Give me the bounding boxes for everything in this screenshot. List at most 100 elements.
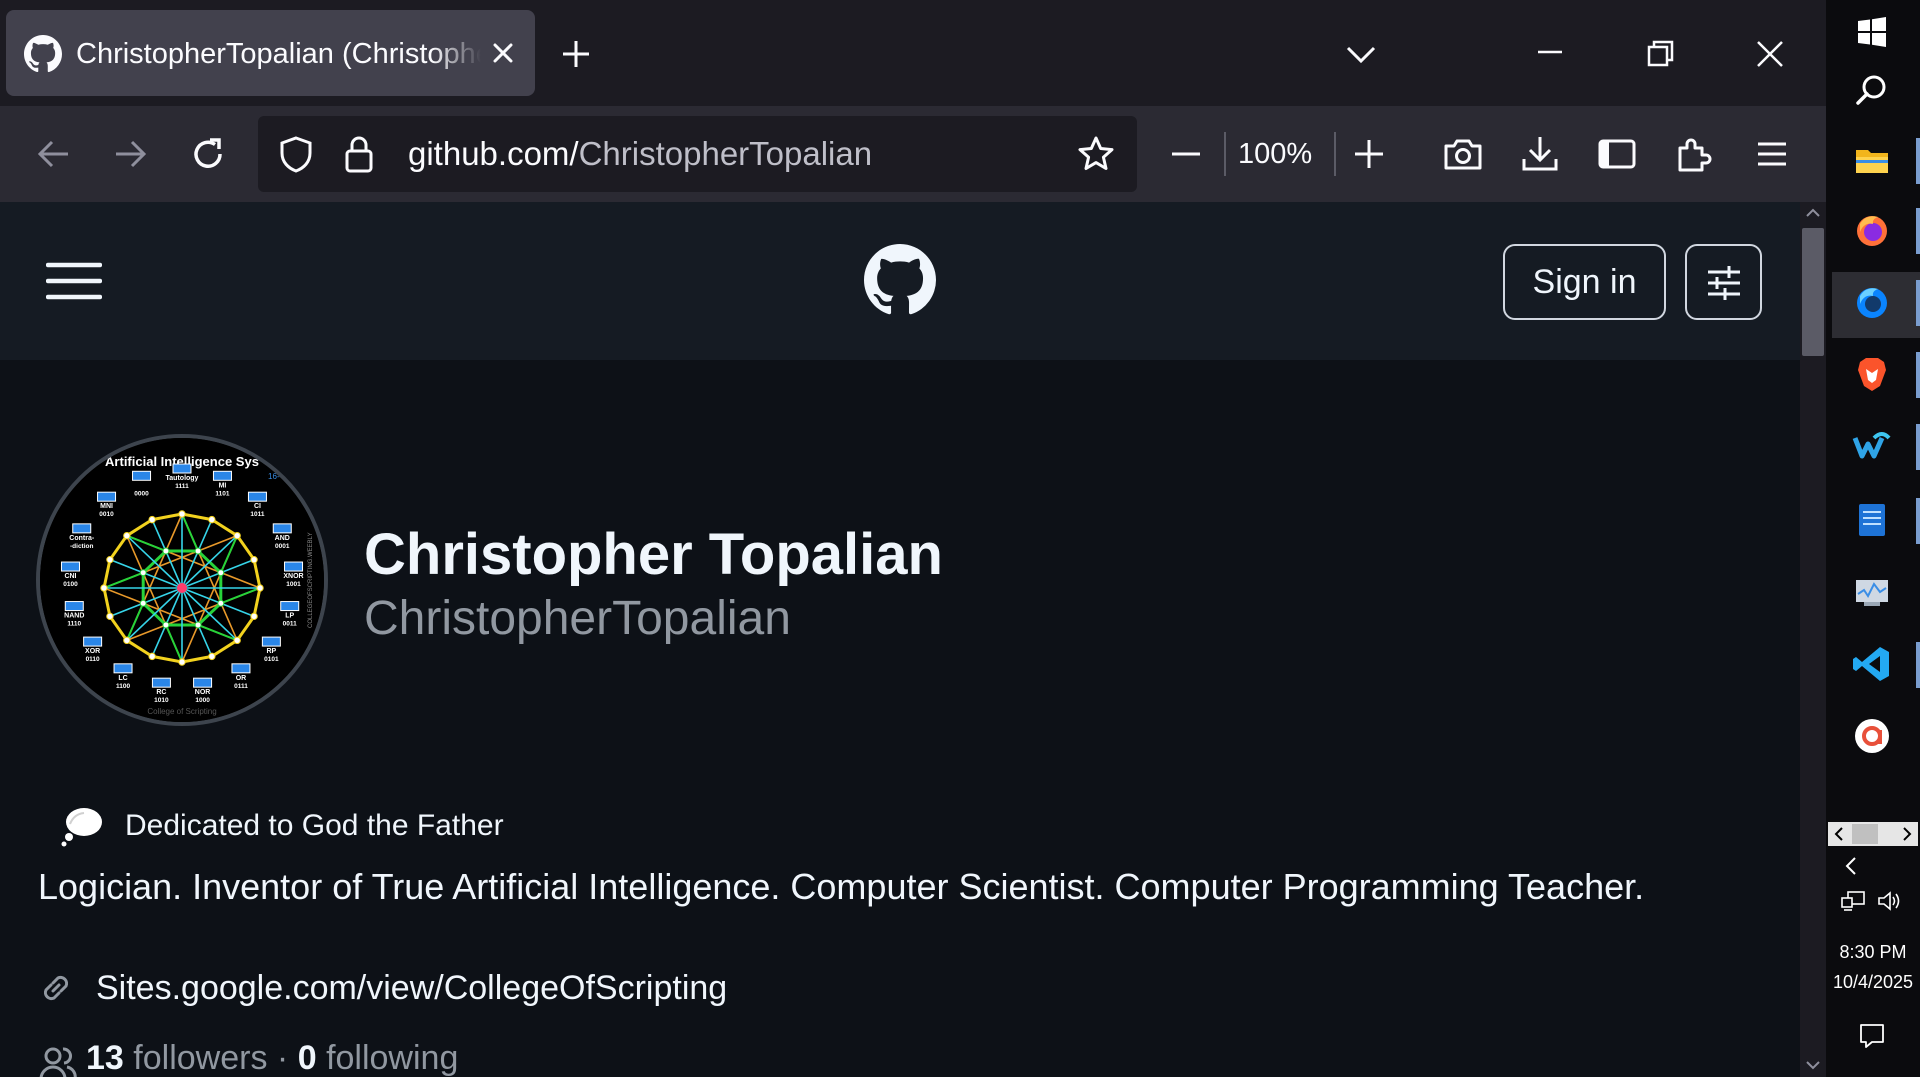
scroll-down-arrow-icon[interactable] xyxy=(1806,1060,1820,1070)
tray-scroll-thumb[interactable] xyxy=(1852,824,1878,844)
notepad-document-icon[interactable] xyxy=(1852,500,1892,540)
close-window-icon[interactable] xyxy=(1752,36,1788,72)
waterfox-icon[interactable] xyxy=(1852,426,1892,466)
list-tabs-chevron-icon[interactable] xyxy=(1343,36,1379,72)
gate-code: 1111 xyxy=(175,483,189,490)
lattice-node xyxy=(148,652,156,661)
zoom-level[interactable]: 100% xyxy=(1238,134,1312,174)
firefox-developer-icon[interactable] xyxy=(1852,282,1892,322)
forward-arrow-icon[interactable] xyxy=(108,132,152,176)
downloads-icon[interactable] xyxy=(1518,132,1562,176)
lattice-node xyxy=(148,515,156,524)
gate-box xyxy=(72,523,92,534)
lattice-node xyxy=(139,569,147,577)
volume-speaker-icon[interactable] xyxy=(1876,890,1902,912)
avatar-logic-diagram: Artificial Intelligence Sys 16- College … xyxy=(40,438,324,722)
github-logo-icon[interactable] xyxy=(864,244,936,316)
appearance-settings-button[interactable] xyxy=(1685,244,1762,320)
following-link[interactable]: 0 following xyxy=(298,1039,459,1077)
scroll-up-arrow-icon[interactable] xyxy=(1806,208,1820,218)
network-icon[interactable] xyxy=(1840,890,1866,912)
back-arrow-icon[interactable] xyxy=(32,132,76,176)
gate-box xyxy=(64,601,84,612)
app-circle-a-icon[interactable] xyxy=(1852,716,1892,756)
bookmark-star-icon[interactable] xyxy=(1076,134,1116,174)
center-node xyxy=(177,583,187,593)
file-explorer-icon[interactable] xyxy=(1852,140,1892,180)
tab-close-icon[interactable] xyxy=(490,40,516,66)
navigation-toolbar: github.com/ChristopherTopalian 100% xyxy=(0,106,1826,202)
performance-monitor-icon[interactable] xyxy=(1852,572,1892,612)
gate-box xyxy=(97,491,117,502)
page-scrollbar[interactable] xyxy=(1800,202,1826,1077)
separator xyxy=(1224,132,1226,176)
gate-code: 1001 xyxy=(286,581,301,588)
gate-name: AND xyxy=(275,535,290,542)
gate-name: CI xyxy=(254,503,261,510)
tray-scrollbar[interactable] xyxy=(1828,822,1918,846)
tab-title: ChristopherTopalian (Christopher Topalia… xyxy=(76,38,481,70)
gate-box xyxy=(212,470,232,481)
lattice-node xyxy=(100,584,108,592)
url-text: github.com/ChristopherTopalian xyxy=(408,134,872,174)
new-tab-plus-icon[interactable] xyxy=(558,36,594,72)
gate-box xyxy=(113,663,133,674)
lattice-node xyxy=(162,547,170,555)
gate-code: 0000 xyxy=(134,490,149,497)
profile-website-link[interactable]: Sites.google.com/view/CollegeOfScripting xyxy=(96,965,727,1011)
followers-link[interactable]: 13 followers xyxy=(86,1039,267,1077)
action-center-notification-icon[interactable] xyxy=(1858,1022,1886,1050)
address-bar[interactable]: github.com/ChristopherTopalian xyxy=(258,116,1137,192)
restore-window-icon[interactable] xyxy=(1642,36,1678,72)
minimize-window-icon[interactable] xyxy=(1532,36,1568,72)
link-icon xyxy=(43,975,69,1001)
extensions-puzzle-icon[interactable] xyxy=(1672,132,1716,176)
show-hidden-icons-chevron-icon[interactable] xyxy=(1844,856,1858,876)
avatar[interactable]: Artificial Intelligence Sys 16- College … xyxy=(36,434,328,726)
gate-code: 0011 xyxy=(283,621,297,628)
lattice xyxy=(100,510,264,666)
brave-icon[interactable] xyxy=(1852,354,1892,394)
pinned-indicator xyxy=(1916,280,1920,326)
gate-code: 1110 xyxy=(67,621,81,628)
sliders-icon xyxy=(1708,266,1740,300)
tray-scroll-left-icon[interactable] xyxy=(1834,827,1844,841)
lattice-node xyxy=(256,584,264,592)
firefox-icon[interactable] xyxy=(1852,210,1892,250)
reload-icon[interactable] xyxy=(186,132,230,176)
pinned-indicator xyxy=(1916,498,1920,544)
separator xyxy=(1334,132,1336,176)
tracking-protection-shield-icon[interactable] xyxy=(276,134,316,174)
zoom-out-icon[interactable] xyxy=(1164,132,1208,176)
sidebar-icon[interactable] xyxy=(1595,132,1639,176)
gate-box xyxy=(280,601,300,612)
clock-time[interactable]: 8:30 PM xyxy=(1826,940,1920,964)
lattice-node xyxy=(123,636,131,645)
clock-date[interactable]: 10/4/2025 xyxy=(1826,970,1920,994)
pinned-indicator xyxy=(1916,642,1920,688)
windows-start-icon[interactable] xyxy=(1852,12,1892,52)
vscode-icon[interactable] xyxy=(1852,644,1892,684)
search-icon[interactable] xyxy=(1852,70,1892,110)
gate-name: RC xyxy=(156,689,166,696)
people-icon xyxy=(39,1047,77,1077)
gate-name: RP xyxy=(267,648,277,655)
screenshot-camera-icon[interactable] xyxy=(1441,132,1485,176)
tray-scroll-right-icon[interactable] xyxy=(1902,827,1912,841)
gate-box xyxy=(231,663,251,674)
gate-box xyxy=(247,491,267,502)
gate-code: 0010 xyxy=(99,511,114,518)
url-domain: github.com/ xyxy=(408,135,579,172)
sign-in-button[interactable]: Sign in xyxy=(1503,244,1666,320)
zoom-in-icon[interactable] xyxy=(1347,132,1391,176)
app-menu-hamburger-icon[interactable] xyxy=(1750,132,1794,176)
gate-code: 1101 xyxy=(215,490,229,497)
tab-active[interactable]: ChristopherTopalian (Christopher Topalia… xyxy=(6,10,535,96)
gate-name: LC xyxy=(118,675,127,682)
scrollbar-thumb[interactable] xyxy=(1802,228,1824,356)
gate-name: MI xyxy=(219,482,227,489)
hamburger-menu-icon[interactable] xyxy=(46,260,102,302)
separator-dot: · xyxy=(276,1039,289,1077)
lock-icon[interactable] xyxy=(342,134,376,174)
thought-balloon-icon xyxy=(61,808,102,847)
